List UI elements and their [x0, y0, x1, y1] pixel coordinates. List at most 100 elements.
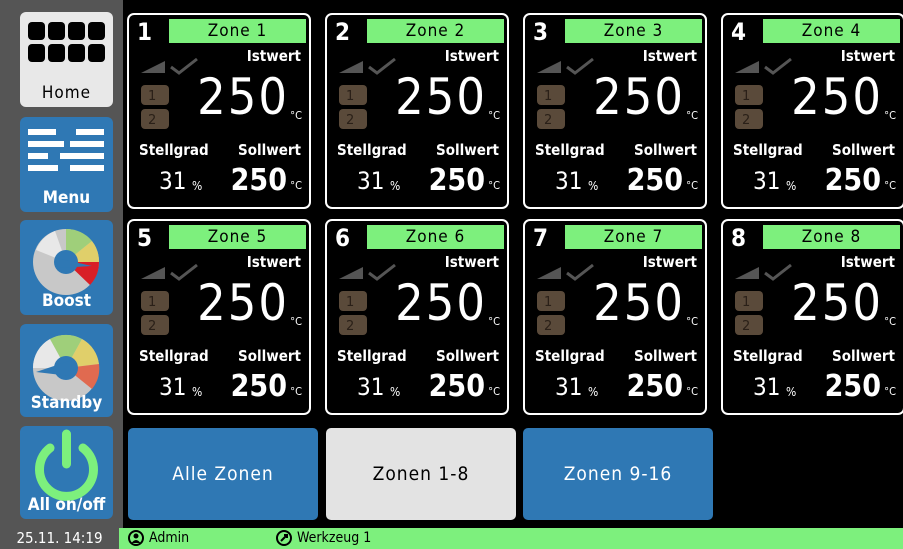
- istwert-value: 250: [197, 274, 289, 332]
- istwert-unit: °C: [686, 315, 698, 328]
- stellgrad-value: 31: [159, 373, 187, 401]
- sollwert-label: Sollwert: [832, 347, 895, 365]
- istwert-label: Istwert: [444, 253, 499, 271]
- sollwert-unit: °C: [686, 385, 698, 398]
- sollwert-unit: °C: [686, 179, 698, 192]
- zone-card-2[interactable]: 2 Zone 2 1 2 Istwert 250 °C Stellgrad So…: [325, 13, 509, 209]
- istwert-label: Istwert: [642, 47, 697, 65]
- istwert-value: 250: [395, 68, 487, 126]
- sidebar-item-standby[interactable]: Standby: [20, 324, 113, 417]
- istwert-label: Istwert: [246, 47, 301, 65]
- stellgrad-label: Stellgrad: [337, 347, 407, 365]
- stellgrad-label: Stellgrad: [733, 347, 803, 365]
- stellgrad-value: 31: [555, 373, 583, 401]
- zonen-9-16-button[interactable]: Zonen 9-16: [523, 428, 713, 520]
- svg-text:1: 1: [346, 295, 354, 310]
- hotrunner-screen: Home Menu Boost Standby All on/off 1 Zon…: [0, 0, 903, 549]
- istwert-unit: °C: [488, 315, 500, 328]
- zone-name: Zone 2: [367, 19, 504, 43]
- sidebar-item-all-on-off[interactable]: All on/off: [20, 426, 113, 519]
- istwert-label: Istwert: [840, 253, 895, 271]
- stellgrad-label: Stellgrad: [535, 141, 605, 159]
- zonen-1-8-button[interactable]: Zonen 1-8: [326, 428, 516, 520]
- alle-zonen-button[interactable]: Alle Zonen: [128, 428, 318, 520]
- svg-text:2: 2: [544, 113, 552, 128]
- svg-text:1: 1: [742, 89, 750, 104]
- sidebar-item-label: Boost: [41, 291, 92, 311]
- user-icon: [128, 530, 144, 546]
- stellgrad-unit: %: [786, 179, 797, 193]
- sollwert-value[interactable]: 250: [627, 163, 683, 198]
- istwert-unit: °C: [290, 315, 302, 328]
- istwert-unit: °C: [884, 109, 896, 122]
- zone-number: 2: [335, 18, 351, 46]
- sollwert-unit: °C: [884, 385, 896, 398]
- svg-text:2: 2: [346, 319, 354, 334]
- sollwert-unit: °C: [488, 179, 500, 192]
- sollwert-value[interactable]: 250: [825, 163, 881, 198]
- svg-text:2: 2: [346, 113, 354, 128]
- user-status[interactable]: Admin: [128, 528, 189, 549]
- zone-card-8[interactable]: 8 Zone 8 1 2 Istwert 250 °C Stellgrad So…: [721, 219, 903, 415]
- sollwert-value[interactable]: 250: [231, 369, 287, 404]
- svg-text:2: 2: [742, 113, 750, 128]
- istwert-value: 250: [593, 274, 685, 332]
- svg-text:2: 2: [148, 113, 156, 128]
- stellgrad-unit: %: [588, 179, 599, 193]
- stellgrad-value: 31: [357, 373, 385, 401]
- istwert-value: 250: [395, 274, 487, 332]
- stellgrad-unit: %: [588, 385, 599, 399]
- svg-text:1: 1: [544, 89, 552, 104]
- tool-name: Werkzeug 1: [297, 530, 372, 546]
- stellgrad-label: Stellgrad: [139, 141, 209, 159]
- sidebar-item-label: Menu: [42, 188, 91, 208]
- stellgrad-value: 31: [159, 167, 187, 195]
- tool-status[interactable]: Werkzeug 1: [276, 528, 371, 549]
- svg-text:2: 2: [544, 319, 552, 334]
- sollwert-label: Sollwert: [238, 141, 301, 159]
- istwert-value: 250: [791, 274, 883, 332]
- sollwert-label: Sollwert: [238, 347, 301, 365]
- sollwert-value[interactable]: 250: [231, 163, 287, 198]
- sollwert-unit: °C: [884, 179, 896, 192]
- sollwert-value[interactable]: 250: [429, 369, 485, 404]
- zone-name: Zone 1: [169, 19, 306, 43]
- istwert-value: 250: [593, 68, 685, 126]
- sollwert-value[interactable]: 250: [429, 163, 485, 198]
- user-name: Admin: [149, 530, 190, 546]
- sidebar: Home Menu Boost Standby All on/off: [0, 0, 123, 549]
- istwert-label: Istwert: [444, 47, 499, 65]
- zone-number: 8: [731, 224, 747, 252]
- sollwert-value[interactable]: 250: [825, 369, 881, 404]
- svg-text:1: 1: [148, 295, 156, 310]
- svg-text:1: 1: [346, 89, 354, 104]
- sollwert-value[interactable]: 250: [627, 369, 683, 404]
- zone-card-4[interactable]: 4 Zone 4 1 2 Istwert 250 °C Stellgrad So…: [721, 13, 903, 209]
- svg-text:1: 1: [148, 89, 156, 104]
- svg-text:1: 1: [544, 295, 552, 310]
- sidebar-item-menu[interactable]: Menu: [20, 117, 113, 212]
- zone-card-3[interactable]: 3 Zone 3 1 2 Istwert 250 °C Stellgrad So…: [523, 13, 707, 209]
- stellgrad-value: 31: [555, 167, 583, 195]
- istwert-unit: °C: [488, 109, 500, 122]
- sidebar-item-boost[interactable]: Boost: [20, 220, 113, 315]
- zone-card-1[interactable]: 1 Zone 1 1 2 Istwert 250 °C Stellgrad So…: [127, 13, 311, 209]
- sollwert-label: Sollwert: [634, 347, 697, 365]
- istwert-label: Istwert: [246, 253, 301, 271]
- stellgrad-unit: %: [390, 385, 401, 399]
- zone-name: Zone 4: [763, 19, 900, 43]
- stellgrad-unit: %: [192, 385, 203, 399]
- zone-card-7[interactable]: 7 Zone 7 1 2 Istwert 250 °C Stellgrad So…: [523, 219, 707, 415]
- sidebar-item-label: Standby: [30, 393, 103, 413]
- istwert-unit: °C: [290, 109, 302, 122]
- zone-number: 7: [533, 224, 549, 252]
- sidebar-item-home[interactable]: Home: [20, 12, 113, 107]
- zone-number: 1: [137, 18, 153, 46]
- zone-card-6[interactable]: 6 Zone 6 1 2 Istwert 250 °C Stellgrad So…: [325, 219, 509, 415]
- zone-name: Zone 8: [763, 225, 900, 249]
- zone-card-5[interactable]: 5 Zone 5 1 2 Istwert 250 °C Stellgrad So…: [127, 219, 311, 415]
- sidebar-item-label: Home: [41, 83, 92, 103]
- datetime: 25.11. 14:19: [0, 528, 119, 549]
- zone-name: Zone 7: [565, 225, 702, 249]
- istwert-label: Istwert: [642, 253, 697, 271]
